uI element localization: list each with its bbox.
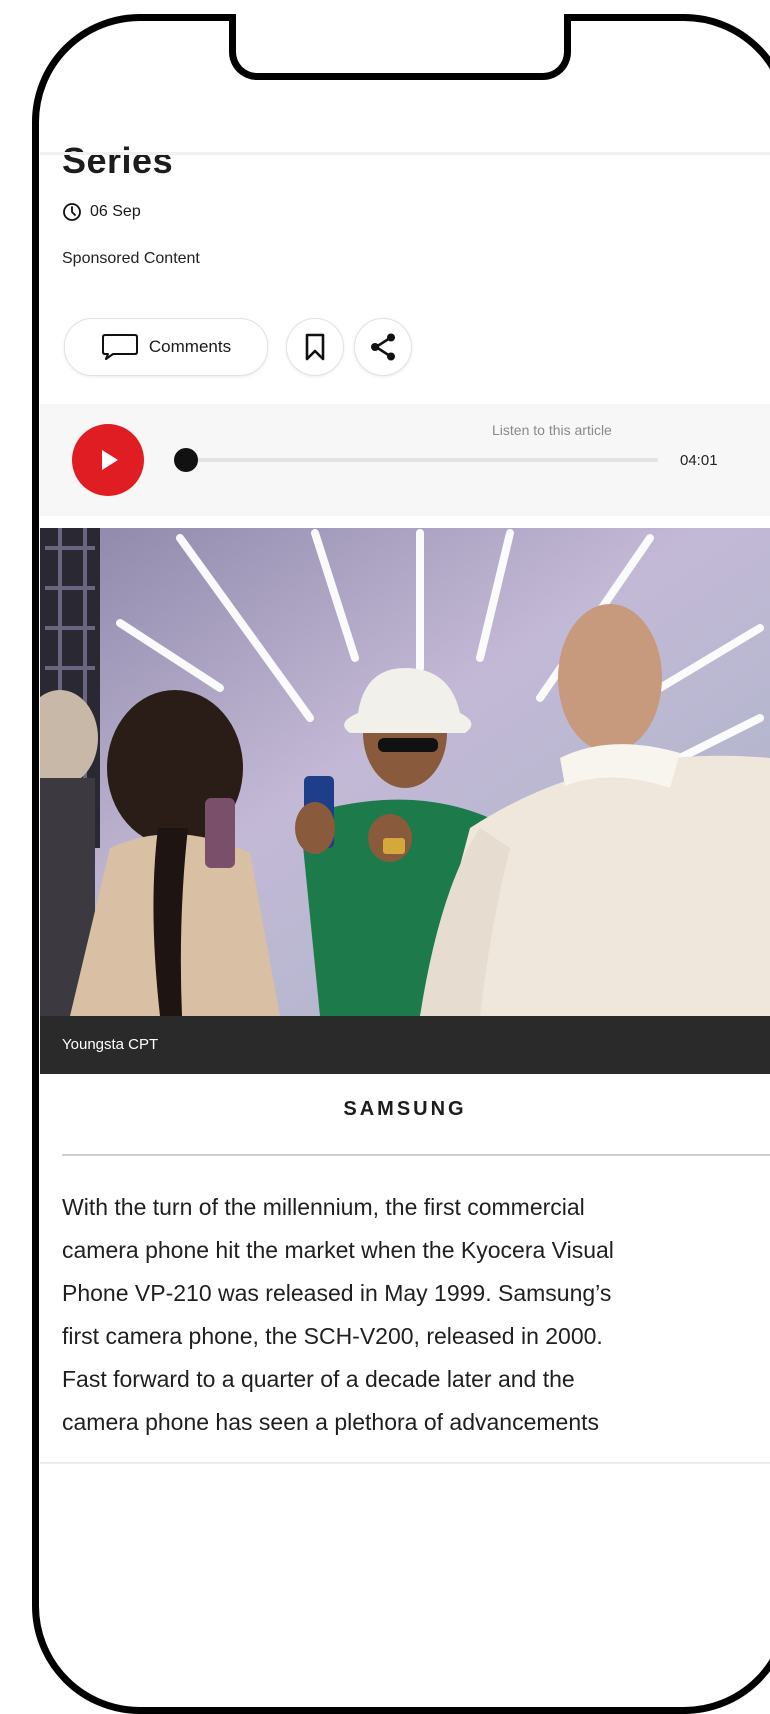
audio-duration: 04:01 [680,452,718,469]
bookmark-icon [305,333,325,361]
article-photo [40,528,770,1016]
body-line: camera phone has seen a plethora of adva… [62,1409,600,1435]
comments-button[interactable]: Comments [64,318,268,376]
play-button[interactable] [72,424,144,496]
article-date: 06 Sep [90,203,141,220]
brand-logo: SAMSUNG [343,1098,467,1120]
phone-notch [229,14,571,80]
caption-bar: Youngsta CPT [40,1016,770,1074]
event-photo-illustration [40,528,770,1016]
notch-mask [236,10,564,22]
listen-prompt: Listen to this article [492,422,612,438]
date-row: 06 Sep [62,202,141,222]
comment-icon [101,334,138,360]
progress-track[interactable] [176,458,658,462]
header-divider [40,152,770,155]
comments-label: Comments [148,337,232,356]
share-button[interactable] [354,318,412,376]
body-line: Fast forward to a quarter of a decade la… [62,1366,575,1392]
body-line: Phone VP-210 was released in May 1999. S… [62,1280,612,1306]
clock-icon [63,203,81,221]
brand-divider [62,1154,770,1156]
share-icon [371,333,395,361]
audio-player: Listen to this article 04:01 [40,404,770,516]
progress-knob[interactable] [174,448,198,472]
body-line: With the turn of the millennium, the fir… [62,1194,585,1220]
article-body: With the turn of the millennium, the fir… [62,1186,770,1444]
body-line: first camera phone, the SCH-V200, releas… [62,1323,603,1349]
play-icon [102,450,118,470]
photo-caption: Youngsta CPT [62,1036,159,1053]
body-line: camera phone hit the market when the Kyo… [62,1237,614,1263]
article-screen: Series 06 Sep Sponsored Content Comments [40,0,770,1648]
bottom-divider [40,1462,770,1464]
article-title: Series [62,140,174,181]
bookmark-button[interactable] [286,318,344,376]
sponsored-label: Sponsored Content [62,250,200,267]
